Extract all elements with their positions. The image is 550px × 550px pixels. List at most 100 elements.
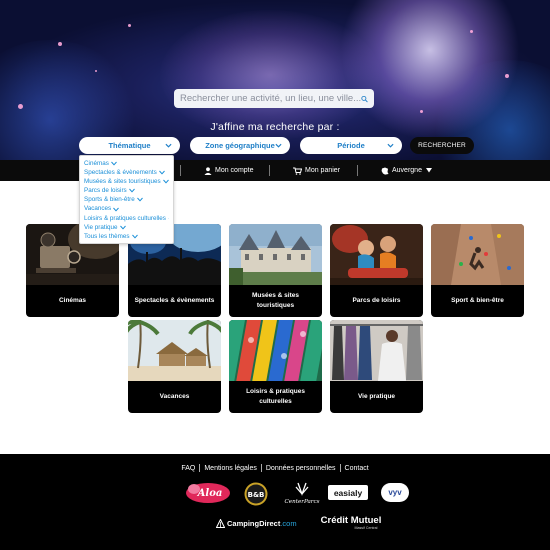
dropdown-option-tous[interactable]: Tous les thèmes [84,232,169,241]
nav-account[interactable]: Mon compte [204,160,254,181]
center-parcs-logo-text: CenterParcs [285,499,320,505]
dropdown-option-vie-pratique[interactable]: Vie pratique [84,223,169,232]
footer-link-contact[interactable]: Contact [341,465,373,472]
dropdown-option-loisirs[interactable]: Loisirs & pratiques culturelles [84,214,169,223]
card-label: Spectacles & évènements [134,297,215,304]
camping-direct-text: CampingDirect [227,518,281,528]
nav-region-selector[interactable]: Auvergne [381,160,435,181]
footer-link-mentions[interactable]: Mentions légales [200,465,261,472]
thematique-dropdown: Cinémas Spectacles & évènements Musées &… [79,155,174,244]
category-card-vacances[interactable]: Vacances [128,320,221,413]
filter-thematique[interactable]: Thématique [79,137,180,154]
search-input[interactable]: Rechercher une activité, un lieu, une vi… [174,89,374,108]
chevron-down-icon [165,143,172,148]
option-label: Vie pratique [84,223,118,231]
footer-links: FAQ Mentions légales Données personnelle… [0,464,550,472]
camping-direct-tld: .com [280,518,297,528]
dropdown-option-spectacles[interactable]: Spectacles & évènements [84,168,169,177]
option-label: Vacances [84,205,112,213]
credit-mutuel-sub: Massif Central [354,526,378,530]
option-label: Cinémas [84,160,109,167]
category-card-musees[interactable]: Musées & sites touristiques [229,224,322,317]
chevron-down-icon [113,207,120,212]
filter-zone-geographique[interactable]: Zone géographique [190,137,290,154]
option-label: Tous les thèmes [84,232,130,240]
credit-mutuel-text: Crédit Mutuel [320,515,382,526]
chevron-down-icon [110,161,117,166]
footer: FAQ Mentions légales Données personnelle… [0,454,550,550]
chevron-down-icon [158,170,165,175]
aloa-logo-mark: Aloa [186,483,230,503]
option-label: Musées & sites touristiques [84,178,161,186]
chevron-down-icon [131,234,138,239]
amusement-ride-image [330,224,423,285]
search-placeholder: Rechercher une activité, un lieu, une vi… [180,93,362,104]
caret-down-icon [425,168,432,173]
camping-direct-logo[interactable]: CampingDirect .com [216,516,306,530]
bb-logo-mark: B&B [244,482,268,506]
vyv-logo-text: vyv [388,488,402,497]
category-card-loisirs[interactable]: Loisirs & pratiques culturelles [229,320,322,413]
cart-icon [293,167,302,175]
credit-mutuel-logo[interactable]: Crédit Mutuel Massif Central [312,512,390,534]
page: Rechercher une activité, un lieu, une vi… [0,0,550,550]
center-parcs-logo[interactable]: CenterParcs [283,481,321,507]
filter-label: Thématique [108,141,151,150]
chevron-down-icon [119,225,126,230]
vyv-logo[interactable]: vyv [381,483,409,502]
card-label: Cinémas [58,297,87,304]
bb-hotels-logo[interactable]: B&B [244,482,268,506]
footer-link-donnees[interactable]: Données personnelles [262,465,340,472]
bb-logo-text: B&B [248,491,265,499]
center-parcs-logo-mark: CenterParcs [285,482,320,505]
card-label: Parcs de loisirs [352,297,401,304]
nav-divider [180,165,181,176]
card-label: Musées & sites touristiques [252,292,299,309]
nav-divider [357,165,358,176]
easialy-logo-text: easialy [333,487,363,498]
dropdown-option-musees[interactable]: Musées & sites touristiques [84,177,169,186]
aloa-logo[interactable]: Aloa [184,481,232,505]
dropdown-option-vacances[interactable]: Vacances [84,204,169,213]
search-button[interactable]: RECHERCHER [410,137,474,154]
filter-label: Période [337,141,365,150]
option-label: Sports & bien-être [84,196,135,204]
dropdown-option-cinemas[interactable]: Cinémas [84,159,169,168]
nav-cart[interactable]: Mon panier [293,160,340,181]
chevron-down-icon [136,198,143,202]
dropdown-option-sports[interactable]: Sports & bien-être [84,195,169,204]
hero-banner: Rechercher une activité, un lieu, une vi… [0,0,550,160]
option-label: Spectacles & évènements [84,169,157,177]
chevron-down-icon [275,143,282,148]
tent-icon [216,518,225,528]
climbing-wall-image [431,224,524,285]
colorful-fabric-image [229,320,322,381]
filter-periode[interactable]: Période [300,137,402,154]
nav-divider [269,165,270,176]
refine-title: J'affine ma recherche par : [210,121,340,133]
search-icon[interactable] [361,93,368,105]
chevron-down-icon [387,143,394,148]
card-label: Sport & bien-être [451,297,504,304]
option-label: Loisirs & pratiques culturelles [84,214,166,222]
category-card-parcs[interactable]: Parcs de loisirs [330,224,423,317]
filter-label: Zone géographique [205,141,275,150]
beach-huts-image [128,320,221,381]
card-label: Loisirs & pratiques culturelles [246,388,305,405]
category-card-sport[interactable]: Sport & bien-être [431,224,524,317]
dropdown-option-parcs[interactable]: Parcs de loisirs [84,186,169,195]
easialy-logo[interactable]: easialy [328,485,368,500]
option-label: Parcs de loisirs [84,187,127,195]
footer-link-faq[interactable]: FAQ [177,465,199,472]
nav-cart-label: Mon panier [305,167,341,174]
chevron-down-icon [128,188,135,193]
aloa-logo-text: Aloa [197,488,223,499]
nav-account-label: Mon compte [215,167,254,174]
category-card-vie-pratique[interactable]: Vie pratique [330,320,423,413]
card-label: Vie pratique [357,393,396,400]
clothing-rack-image [330,320,423,381]
user-icon [204,166,212,175]
card-label: Vacances [159,393,190,400]
chevron-down-icon [162,179,169,184]
chevron-down-icon [167,217,169,219]
